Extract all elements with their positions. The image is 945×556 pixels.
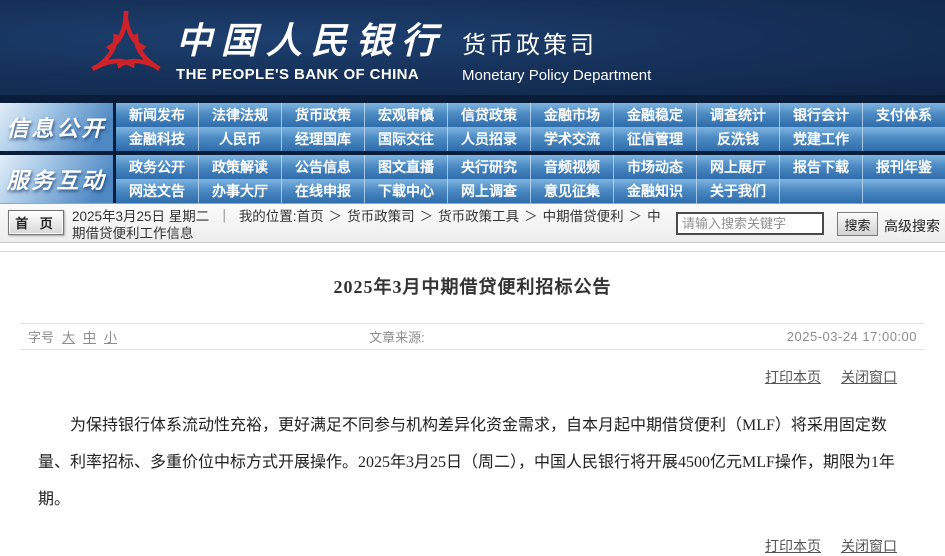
main-nav: 信息公开 新闻发布 法律法规 货币政策 宏观审慎 信贷政策 金融市场 金融稳定 调查统计 银行会计… (0, 95, 945, 203)
nav-section-label[interactable]: 信息公开 (0, 103, 113, 151)
breadcrumb-item[interactable]: 货币政策工具 (438, 209, 519, 224)
nav-item[interactable]: 网上展厅 (696, 155, 779, 179)
breadcrumb: 2025年3月25日 星期二 ｜ 我的位置:首页 ＞ 货币政策司 ＞ 货币政策工具 ＞ 中期借贷… (72, 208, 672, 242)
nav-item[interactable]: 信贷政策 (447, 103, 530, 127)
breadcrumb-item[interactable]: 中期借贷便利 (543, 209, 624, 224)
home-button[interactable]: 首 页 (8, 210, 64, 235)
nav-item[interactable]: 国际交往 (364, 127, 447, 151)
font-size-controls: 字号 大 中 小 (28, 327, 117, 346)
nav-item[interactable]: 调查统计 (696, 103, 779, 127)
nav-item[interactable]: 音频视频 (530, 155, 613, 179)
nav-item[interactable]: 金融知识 (613, 179, 696, 203)
site-header: 人 人 人 中国人民银行 THE PEOPLE'S BANK OF CHINA … (0, 0, 945, 95)
font-size-small-link[interactable]: 小 (104, 327, 117, 346)
article-panel: 2025年3月中期借贷便利招标公告 字号 大 中 小 文章来源: 2025-03… (0, 251, 945, 556)
font-size-medium-link[interactable]: 中 (83, 327, 96, 346)
current-date: 2025年3月25日 星期二 (72, 209, 210, 224)
breadcrumb-item[interactable]: 货币政策司 (347, 209, 415, 224)
nav-item-empty (779, 179, 862, 203)
nav-item[interactable]: 金融稳定 (613, 103, 696, 127)
nav-item[interactable]: 下载中心 (364, 179, 447, 203)
article-source-label: 文章来源: (369, 330, 425, 345)
department-name-cn: 货币政策司 (462, 32, 598, 59)
nav-item-empty (862, 179, 945, 203)
nav-section-0: 信息公开 新闻发布 法律法规 货币政策 宏观审慎 信贷政策 金融市场 金融稳定 调查统计 银行会计… (0, 103, 945, 151)
advanced-search-link[interactable]: 高级搜索 (884, 216, 940, 236)
nav-item[interactable]: 央行研究 (447, 155, 530, 179)
bank-name-en: THE PEOPLE'S BANK OF CHINA (176, 66, 420, 83)
nav-item[interactable]: 反洗钱 (696, 127, 779, 151)
article-meta-row: 字号 大 中 小 文章来源: 2025-03-24 17:00:00 (20, 323, 925, 350)
nav-item[interactable]: 关于我们 (696, 179, 779, 203)
bank-name-block: 中国人民银行 THE PEOPLE'S BANK OF CHINA (176, 12, 446, 83)
nav-item[interactable]: 在线申报 (281, 179, 364, 203)
article-actions-top: 打印本页 关闭窗口 (0, 367, 945, 387)
search-input[interactable] (676, 212, 824, 235)
nav-item[interactable]: 征信管理 (613, 127, 696, 151)
nav-item[interactable]: 宏观审慎 (364, 103, 447, 127)
nav-item[interactable]: 市场动态 (613, 155, 696, 179)
article-title: 2025年3月中期借贷便利招标公告 (333, 277, 612, 297)
article-body: 为保持银行体系流动性充裕，更好满足不同参与机构差异化资金需求，自本月起中期借贷便… (38, 417, 895, 508)
nav-item[interactable]: 党建工作 (779, 127, 862, 151)
nav-item[interactable]: 学术交流 (530, 127, 613, 151)
font-size-label: 字号 (28, 330, 55, 345)
nav-item[interactable]: 政策解读 (198, 155, 281, 179)
breadcrumb-separator: ＞ (628, 209, 643, 224)
nav-item[interactable]: 金融科技 (116, 127, 198, 151)
nav-item[interactable]: 人民币 (198, 127, 281, 151)
search-button[interactable]: 搜索 (837, 212, 878, 236)
nav-item[interactable]: 金融市场 (530, 103, 613, 127)
nav-item[interactable]: 报刊年鉴 (862, 155, 945, 179)
close-window-link[interactable]: 关闭窗口 (841, 536, 897, 556)
nav-item[interactable]: 图文直播 (364, 155, 447, 179)
department-name-en: Monetary Policy Department (462, 67, 652, 84)
print-page-link[interactable]: 打印本页 (765, 367, 821, 387)
nav-item[interactable]: 政务公开 (116, 155, 198, 179)
breadcrumb-bar: 首 页 2025年3月25日 星期二 ｜ 我的位置:首页 ＞ 货币政策司 ＞ 货币政策工具 ＞… (0, 203, 945, 243)
nav-item[interactable]: 意见征集 (530, 179, 613, 203)
breadcrumb-separator: ＞ (328, 209, 343, 224)
article-actions-bottom: 打印本页 关闭窗口 (0, 536, 945, 556)
nav-item[interactable]: 货币政策 (281, 103, 364, 127)
nav-section-1: 服务互动 政务公开 政策解读 公告信息 图文直播 央行研究 音频视频 市场动态 网上展厅 报告下载… (0, 155, 945, 203)
nav-item[interactable]: 网上调查 (447, 179, 530, 203)
font-size-large-link[interactable]: 大 (62, 327, 75, 346)
nav-item[interactable]: 办事大厅 (198, 179, 281, 203)
breadcrumb-separator: ＞ (524, 209, 538, 224)
breadcrumb-location-label[interactable]: 我的位置:首页 (239, 209, 324, 224)
print-page-link[interactable]: 打印本页 (765, 536, 821, 556)
nav-item[interactable]: 网送文告 (116, 179, 198, 203)
nav-item[interactable]: 法律法规 (198, 103, 281, 127)
pboc-emblem-icon: 人 人 人 (86, 9, 166, 88)
nav-item[interactable]: 新闻发布 (116, 103, 198, 127)
nav-item[interactable]: 支付体系 (862, 103, 945, 127)
breadcrumb-separator: ＞ (419, 209, 434, 224)
nav-item-empty (862, 127, 945, 151)
department-block: 货币政策司 Monetary Policy Department (462, 11, 651, 84)
nav-section-label[interactable]: 服务互动 (0, 155, 113, 203)
nav-item[interactable]: 银行会计 (779, 103, 862, 127)
nav-item[interactable]: 人员招录 (447, 127, 530, 151)
bank-name-cn: 中国人民银行 (176, 21, 447, 61)
close-window-link[interactable]: 关闭窗口 (841, 367, 897, 387)
breadcrumb-divider: ｜ (217, 209, 231, 224)
nav-item[interactable]: 公告信息 (281, 155, 364, 179)
nav-item[interactable]: 经理国库 (281, 127, 364, 151)
article-datetime: 2025-03-24 17:00:00 (786, 329, 917, 344)
nav-item[interactable]: 报告下载 (779, 155, 862, 179)
